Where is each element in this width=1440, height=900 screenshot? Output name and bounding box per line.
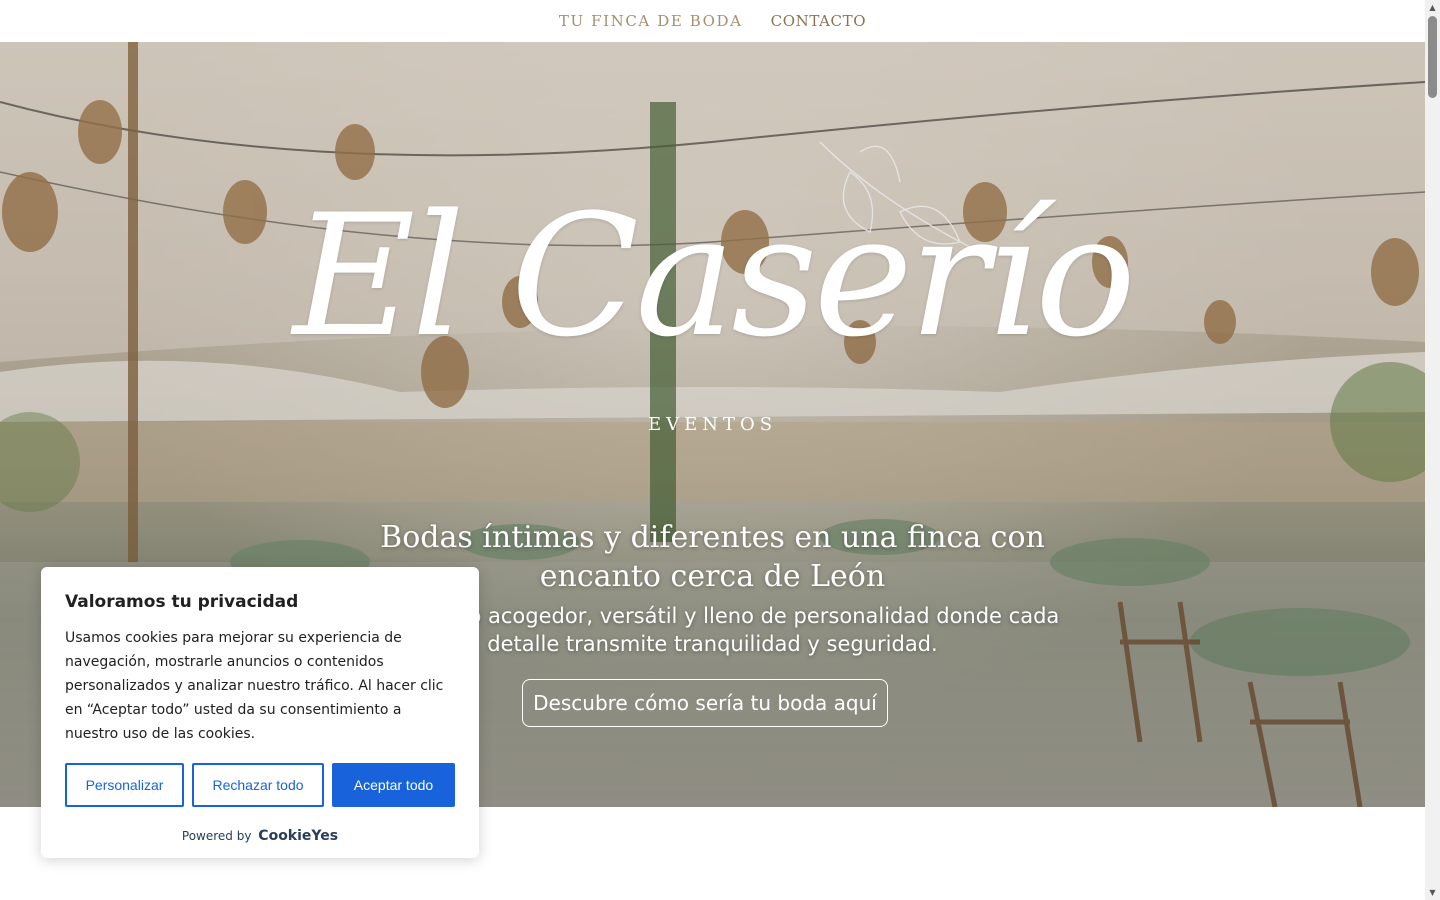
nav-link-tu-finca-de-boda[interactable]: TU FINCA DE BODA (559, 12, 743, 30)
logo-subtitle: EVENTOS (647, 414, 778, 435)
reject-all-cookies-button[interactable]: Rechazar todo (192, 763, 324, 807)
powered-by-cookieyes[interactable]: Powered by CookieYes (41, 828, 479, 844)
logo-script: El Caserío (292, 178, 1136, 374)
scroll-up-arrow-icon[interactable]: ▲ (1425, 0, 1440, 15)
powered-by-label: Powered by (181, 829, 252, 843)
cookieyes-logo[interactable]: CookieYes (258, 828, 338, 844)
customize-cookies-button[interactable]: Personalizar (65, 763, 184, 807)
cookie-consent-banner: Valoramos tu privacidad Usamos cookies p… (41, 567, 479, 858)
scroll-down-arrow-icon[interactable]: ▼ (1425, 885, 1440, 900)
page-scrollbar[interactable]: ▲ ▼ (1425, 0, 1440, 900)
accept-all-cookies-button[interactable]: Aceptar todo (332, 763, 455, 807)
cookie-banner-text: Usamos cookies para mejorar su experienc… (65, 630, 444, 742)
top-navigation: TU FINCA DE BODA CONTACTO (0, 0, 1425, 43)
cookie-banner-title: Valoramos tu privacidad (65, 592, 299, 612)
hero-cta-button[interactable]: Descubre cómo sería tu boda aquí (522, 679, 888, 727)
scrollbar-thumb[interactable] (1428, 16, 1437, 98)
nav-link-contacto[interactable]: CONTACTO (771, 12, 867, 30)
